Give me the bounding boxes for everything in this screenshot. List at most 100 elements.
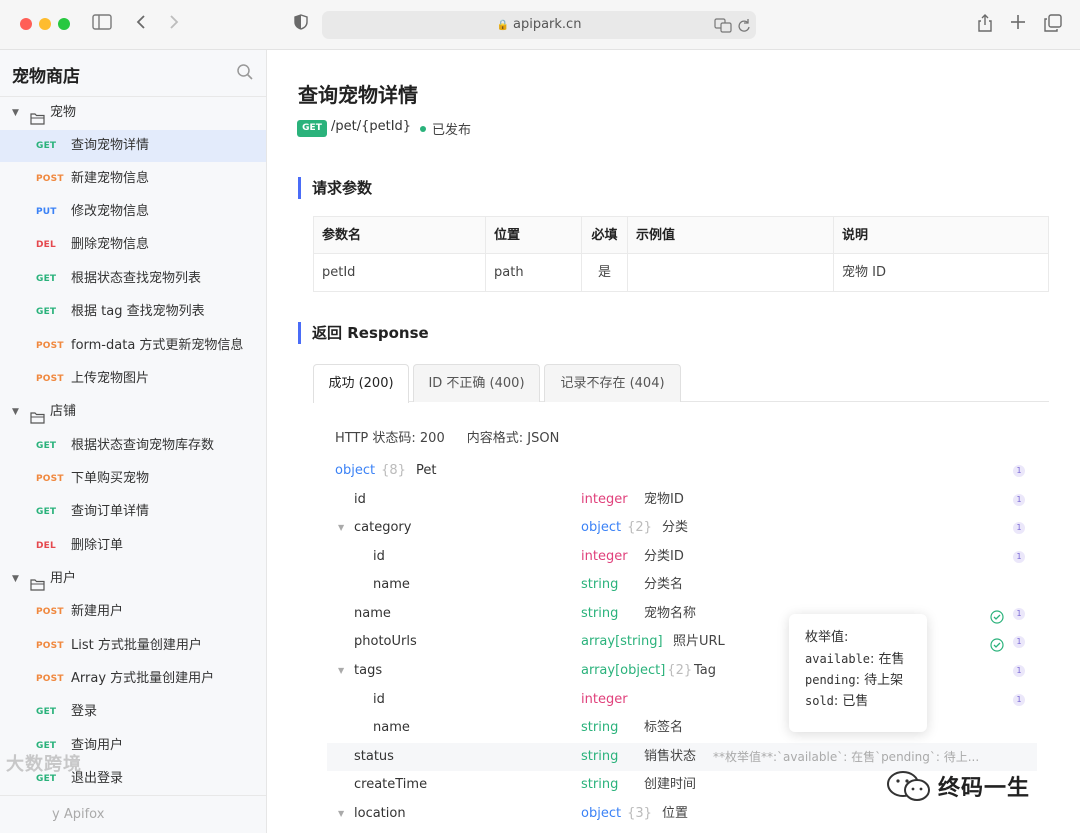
tab-400[interactable]: ID 不正确 (400) bbox=[413, 364, 540, 402]
schema-row-id[interactable]: id integer 宠物ID 1 bbox=[327, 486, 1037, 514]
schema-desc: 销售状态 bbox=[644, 749, 697, 764]
sidebar-item-get-order[interactable]: GET 查询订单详情 bbox=[0, 496, 266, 528]
sidebar-item-form-data-update[interactable]: POST form-data 方式更新宠物信息 bbox=[0, 330, 266, 362]
sidebar-item-label: 下单购买宠物 bbox=[71, 471, 150, 486]
tooltip-line: available: 在售 bbox=[805, 649, 911, 670]
method-tag: GET bbox=[36, 707, 57, 717]
sidebar-item-label: 上传宠物图片 bbox=[71, 371, 150, 386]
enum-key: available bbox=[805, 652, 871, 666]
schema-row-root[interactable]: object {8} Pet 1 bbox=[327, 457, 1037, 485]
method-tag: POST bbox=[36, 474, 64, 484]
table-row: petId path 是 宠物 ID bbox=[314, 254, 1048, 291]
sidebar-item-update-pet[interactable]: PUT 修改宠物信息 bbox=[0, 196, 266, 228]
caret-down-icon: ▼ bbox=[12, 574, 19, 584]
forward-icon[interactable] bbox=[163, 14, 185, 36]
folder-open-icon bbox=[30, 106, 45, 125]
enum-value: : 在售 bbox=[870, 652, 905, 667]
sidebar-item-inventory[interactable]: GET 根据状态查询宠物库存数 bbox=[0, 430, 266, 462]
folder-pets[interactable]: ▼ 宠物 bbox=[0, 97, 266, 129]
folder-label: 宠物 bbox=[50, 105, 77, 120]
url-text: apipark.cn bbox=[513, 17, 582, 32]
schema-row-name[interactable]: name string 宠物名称 1 bbox=[327, 600, 1037, 628]
schema-row-tags[interactable]: ▼ tags array[object] {2} Tag 1 bbox=[327, 657, 1037, 685]
method-tag: GET bbox=[36, 274, 57, 284]
schema-count: {8} bbox=[381, 463, 406, 478]
sidebar-item-find-by-status[interactable]: GET 根据状态查找宠物列表 bbox=[0, 263, 266, 295]
method-tag: GET bbox=[36, 441, 57, 451]
sidebar-item-login[interactable]: GET 登录 bbox=[0, 696, 266, 728]
method-tag: POST bbox=[36, 341, 64, 351]
schema-field-name: photoUrls bbox=[354, 634, 417, 649]
sidebar-item-create-users-array[interactable]: POST Array 方式批量创建用户 bbox=[0, 663, 266, 695]
schema-desc: 宠物ID bbox=[644, 492, 684, 507]
schema-row-tag-name[interactable]: name string 标签名 bbox=[327, 714, 1037, 742]
enum-key: pending bbox=[805, 673, 856, 687]
tab-overview-icon[interactable] bbox=[1042, 14, 1064, 36]
sidebar-item-create-user[interactable]: POST 新建用户 bbox=[0, 596, 266, 628]
caret-down-icon[interactable]: ▼ bbox=[338, 800, 344, 828]
caret-down-icon[interactable]: ▼ bbox=[338, 514, 344, 542]
sidebar-item-label: 根据 tag 查找宠物列表 bbox=[71, 304, 205, 319]
reload-icon[interactable] bbox=[737, 17, 753, 33]
sidebar-item-get-pet[interactable]: GET 查询宠物详情 bbox=[0, 130, 266, 162]
share-icon[interactable] bbox=[974, 14, 996, 36]
schema-type: string bbox=[581, 720, 619, 735]
sidebar-item-delete-pet[interactable]: DEL 删除宠物信息 bbox=[0, 229, 266, 261]
schema-row-category[interactable]: ▼ category object {2} 分类 1 bbox=[327, 514, 1037, 542]
schema-field-name: name bbox=[373, 720, 410, 735]
close-window-button[interactable] bbox=[20, 18, 32, 30]
minimize-window-button[interactable] bbox=[39, 18, 51, 30]
back-icon[interactable] bbox=[130, 14, 152, 36]
powered-by-text: y Apifox bbox=[52, 807, 105, 822]
new-tab-icon[interactable] bbox=[1007, 14, 1029, 36]
schema-field-name: category bbox=[354, 520, 412, 535]
count-badge: 1 bbox=[1013, 665, 1025, 677]
address-bar[interactable]: 🔒 apipark.cn bbox=[322, 11, 756, 39]
method-tag: DEL bbox=[36, 541, 56, 551]
schema-type: string bbox=[581, 606, 619, 621]
schema-type: object bbox=[581, 806, 622, 821]
translate-icon[interactable] bbox=[714, 16, 732, 34]
folder-label: 店铺 bbox=[50, 404, 77, 419]
schema-row-category-id[interactable]: id integer 分类ID 1 bbox=[327, 543, 1037, 571]
schema-field-name: status bbox=[354, 749, 394, 764]
table-cell: petId bbox=[314, 254, 486, 291]
tab-404[interactable]: 记录不存在 (404) bbox=[544, 364, 681, 402]
tab-200[interactable]: 成功 (200) bbox=[313, 364, 409, 403]
sidebar-item-find-by-tag[interactable]: GET 根据 tag 查找宠物列表 bbox=[0, 296, 266, 328]
schema-desc: Tag bbox=[694, 663, 717, 678]
sidebar-item-create-users-list[interactable]: POST List 方式批量创建用户 bbox=[0, 630, 266, 662]
schema-row-status[interactable]: status string 销售状态 **枚举值**:`available`: … bbox=[327, 743, 1037, 771]
sidebar-item-label: 删除订单 bbox=[71, 538, 124, 553]
method-tag: GET bbox=[36, 307, 57, 317]
caret-down-icon: ▼ bbox=[12, 108, 19, 118]
folder-user[interactable]: ▼ 用户 bbox=[0, 563, 266, 595]
enum-value: : 已售 bbox=[833, 694, 869, 709]
sidebar-item-upload-image[interactable]: POST 上传宠物图片 bbox=[0, 363, 266, 395]
count-badge: 1 bbox=[1013, 608, 1025, 620]
sidebar-item-create-pet[interactable]: POST 新建宠物信息 bbox=[0, 163, 266, 195]
count-badge: 1 bbox=[1013, 694, 1025, 706]
schema-field-name: id bbox=[373, 549, 385, 564]
sidebar-item-delete-order[interactable]: DEL 删除订单 bbox=[0, 530, 266, 562]
schema-row-photo-urls[interactable]: photoUrls array[string] 照片URL 1 bbox=[327, 628, 1037, 656]
required-check-icon bbox=[990, 635, 1004, 652]
schema-field-name: createTime bbox=[354, 777, 428, 792]
enum-preview[interactable]: **枚举值**:`available`: 在售`pending`: 待上... bbox=[713, 743, 979, 771]
sidebar-item-label: 登录 bbox=[71, 704, 98, 719]
params-table: 参数名 位置 必填 示例值 说明 petId path 是 宠物 ID bbox=[313, 216, 1049, 292]
count-badge: 1 bbox=[1013, 465, 1025, 477]
schema-row-category-name[interactable]: name string 分类名 bbox=[327, 571, 1037, 599]
page-title: 查询宠物详情 bbox=[298, 83, 418, 107]
shield-icon[interactable] bbox=[290, 14, 312, 36]
sidebar-toggle-icon[interactable] bbox=[91, 14, 113, 36]
search-icon[interactable] bbox=[236, 63, 256, 83]
folder-store[interactable]: ▼ 店铺 bbox=[0, 396, 266, 428]
schema-row-tag-id[interactable]: id integer 1 bbox=[327, 686, 1037, 714]
sidebar-item-place-order[interactable]: POST 下单购买宠物 bbox=[0, 463, 266, 495]
response-meta: HTTP 状态码: 200 内容格式: JSON bbox=[335, 427, 559, 446]
caret-down-icon[interactable]: ▼ bbox=[338, 657, 344, 685]
table-cell: 宠物 ID bbox=[842, 265, 886, 280]
sidebar-footer: y Apifox bbox=[0, 795, 266, 833]
zoom-window-button[interactable] bbox=[58, 18, 70, 30]
